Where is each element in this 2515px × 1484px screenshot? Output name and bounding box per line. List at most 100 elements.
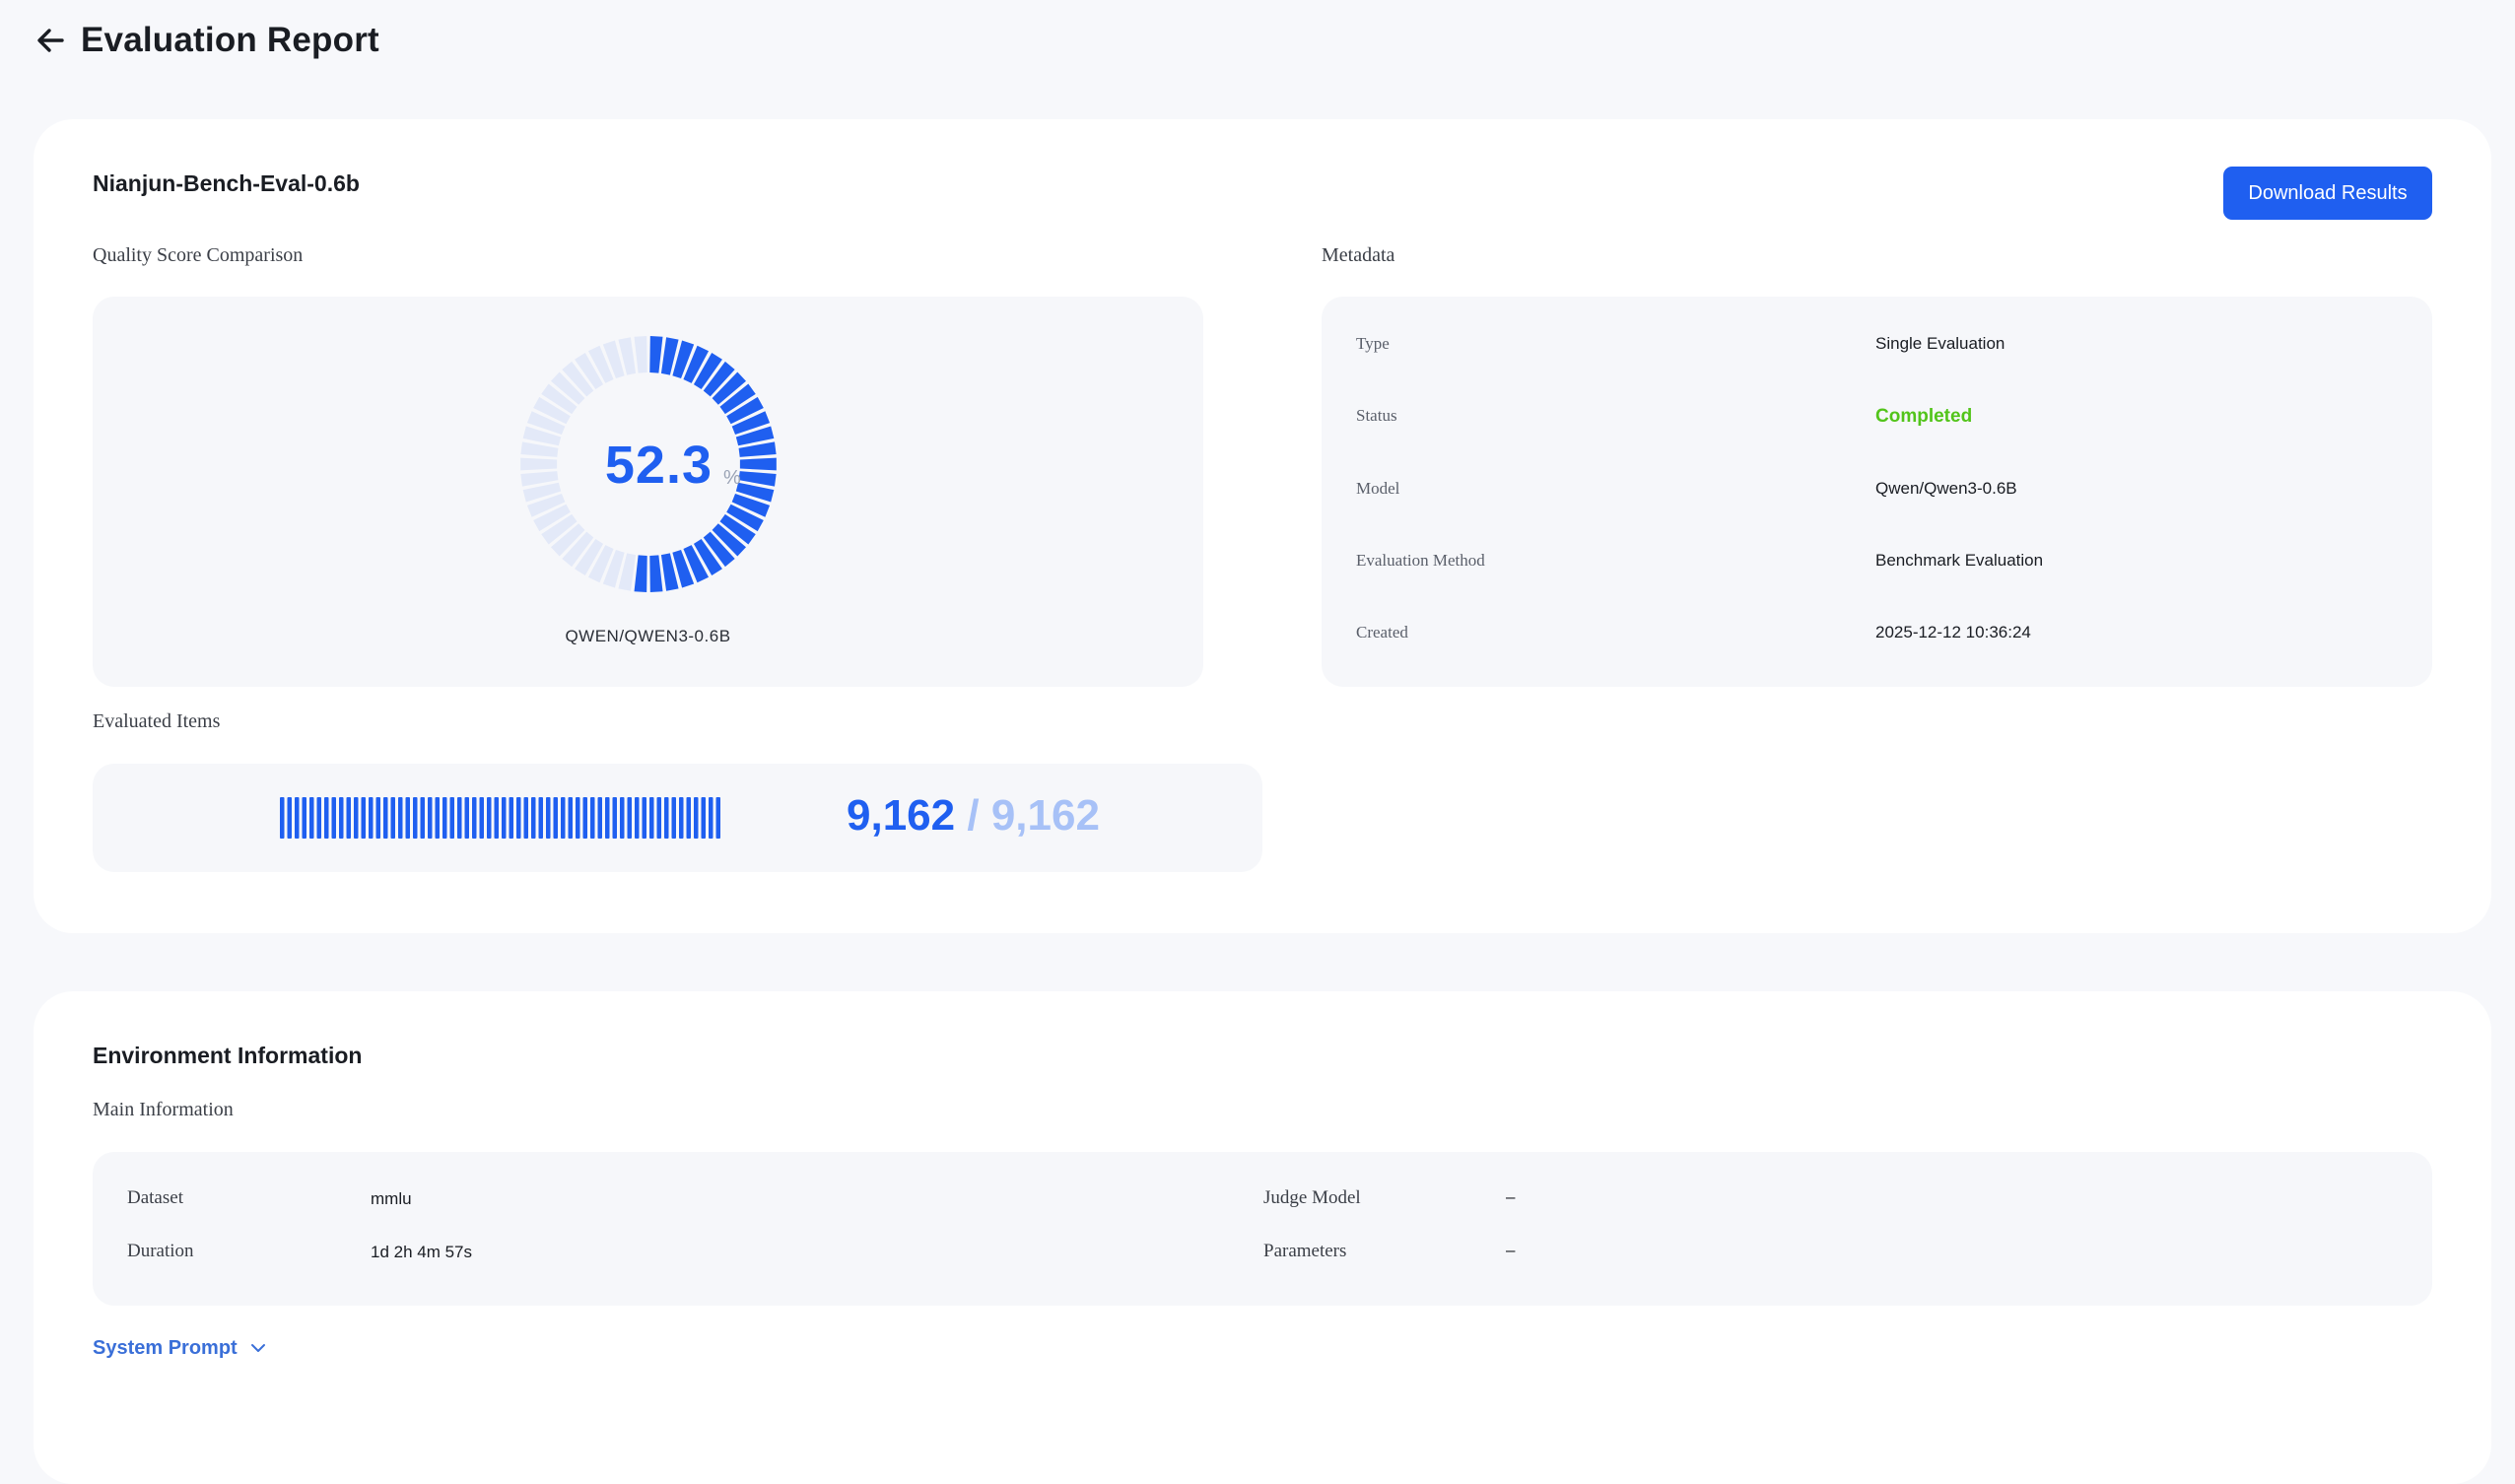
metadata-key: Status [1356, 406, 1397, 425]
metadata-section-label: Metadata [1322, 244, 1395, 266]
metadata-value: Single Evaluation [1875, 334, 2005, 353]
items-section-label: Evaluated Items [93, 710, 221, 732]
judge-model-key: Judge Model [1263, 1187, 1361, 1208]
metadata-row-type: Type Single Evaluation [1322, 326, 2432, 366]
progress-segment [346, 797, 351, 839]
quality-panel: 52.3 % QWEN/QWEN3-0.6B [93, 297, 1203, 687]
progress-segment [287, 797, 292, 839]
items-total: 9,162 [990, 791, 1100, 840]
progress-segment [390, 797, 395, 839]
back-button[interactable] [34, 24, 67, 57]
progress-segment [605, 797, 610, 839]
gauge-segment [634, 336, 647, 373]
progress-segment [612, 797, 617, 839]
progress-segment [679, 797, 684, 839]
arrow-left-icon[interactable] [34, 25, 66, 56]
quality-section-label: Quality Score Comparison [93, 244, 304, 266]
progress-segment [361, 797, 366, 839]
progress-segment [428, 797, 433, 839]
metadata-key: Model [1356, 479, 1400, 498]
duration-value: 1d 2h 4m 57s [371, 1243, 473, 1261]
progress-segment [354, 797, 359, 839]
progress-segment [494, 797, 499, 839]
progress-segment [576, 797, 580, 839]
evaluation-card: Nianjun-Bench-Eval-0.6b Download Results… [34, 119, 2491, 933]
judge-model-value: – [1506, 1187, 1516, 1206]
metadata-value: 2025-12-12 10:36:24 [1875, 623, 2031, 641]
progress-segment [590, 797, 595, 839]
progress-segment [582, 797, 587, 839]
evaluated-items-panel: 9,162 / 9,162 [93, 764, 1262, 872]
progress-segment [568, 797, 573, 839]
progress-segment [509, 797, 513, 839]
progress-segment [671, 797, 676, 839]
metadata-value: Benchmark Evaluation [1875, 551, 2044, 570]
progress-segment [715, 797, 720, 839]
metadata-row-method: Evaluation Method Benchmark Evaluation [1322, 543, 2432, 582]
progress-segment [597, 797, 602, 839]
progress-segment [324, 797, 329, 839]
progress-segment [642, 797, 646, 839]
dataset-key: Dataset [127, 1187, 183, 1208]
progress-segment [449, 797, 454, 839]
progress-segment [656, 797, 661, 839]
progress-segment [479, 797, 484, 839]
gauge-segment [634, 555, 647, 592]
progress-segment [309, 797, 314, 839]
metadata-key: Created [1356, 623, 1408, 641]
progress-segment [664, 797, 669, 839]
progress-segment [398, 797, 403, 839]
progress-segment [561, 797, 566, 839]
progress-segment [686, 797, 691, 839]
gauge-segment [649, 555, 663, 592]
progress-segment [523, 797, 528, 839]
progress-segment [546, 797, 551, 839]
gauge-segment [739, 457, 777, 471]
metadata-row-model: Model Qwen/Qwen3-0.6B [1322, 471, 2432, 510]
progress-segment [502, 797, 507, 839]
items-done: 9,162 [847, 791, 956, 840]
progress-segment [472, 797, 477, 839]
progress-segment [316, 797, 321, 839]
progress-segment [627, 797, 632, 839]
chevron-down-icon[interactable] [249, 1339, 267, 1357]
system-prompt-label[interactable]: System Prompt [93, 1337, 238, 1360]
main-info-label: Main Information [93, 1099, 234, 1120]
progress-segment [464, 797, 469, 839]
items-separator: / [967, 791, 980, 840]
progress-segment [620, 797, 625, 839]
page-title: Evaluation Report [81, 21, 379, 59]
progress-segment [701, 797, 706, 839]
progress-segment [413, 797, 418, 839]
items-count: 9,162 / 9,162 [847, 791, 1100, 841]
score-value: 52.3 [604, 436, 713, 495]
dataset-value: mmlu [371, 1189, 412, 1208]
metadata-row-created: Created 2025-12-12 10:36:24 [1322, 615, 2432, 654]
gauge-segment [520, 457, 558, 471]
progress-segment [694, 797, 699, 839]
metadata-panel: Type Single Evaluation Status Completed … [1322, 297, 2432, 687]
progress-segment [531, 797, 536, 839]
score-unit: % [723, 467, 741, 489]
main-info-panel: Dataset mmlu Duration 1d 2h 4m 57s Judge… [93, 1152, 2432, 1306]
metadata-key: Type [1356, 334, 1390, 353]
metadata-row-status: Status Completed [1322, 398, 2432, 438]
download-results-button[interactable]: Download Results [2223, 167, 2432, 220]
progress-segment [649, 797, 654, 839]
status-badge: Completed [1875, 406, 1973, 427]
metadata-value: Qwen/Qwen3-0.6B [1875, 479, 2017, 498]
progress-segment [442, 797, 447, 839]
progress-segment [331, 797, 336, 839]
progress-segment [375, 797, 380, 839]
progress-segment [280, 797, 285, 839]
progress-segment [302, 797, 306, 839]
progress-segment [369, 797, 374, 839]
gauge-model-label: QWEN/QWEN3-0.6B [565, 627, 731, 645]
progress-segment [405, 797, 410, 839]
system-prompt-toggle[interactable]: System Prompt [93, 1333, 267, 1363]
progress-segment [538, 797, 543, 839]
progress-segment [457, 797, 462, 839]
parameters-key: Parameters [1263, 1241, 1347, 1261]
progress-segment [516, 797, 521, 839]
evaluation-name: Nianjun-Bench-Eval-0.6b [93, 170, 360, 196]
